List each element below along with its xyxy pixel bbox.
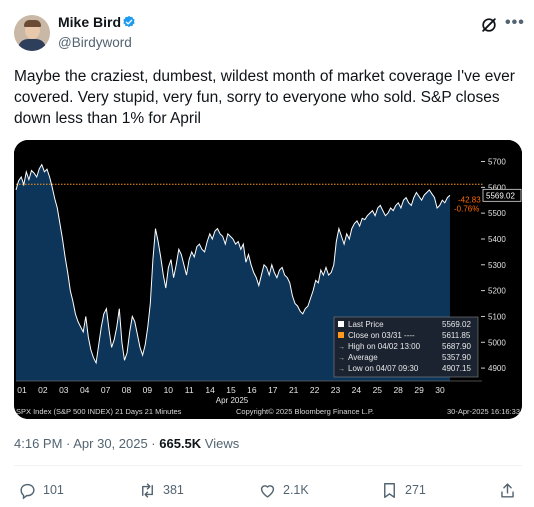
x-tick-label: 01 [17,385,27,395]
legend-marker: → [338,344,345,351]
repost-button[interactable]: 381 [138,480,184,500]
legend-value: 5611.85 [442,331,471,340]
y-tick-label: 5200 [488,287,506,296]
legend-value: 5357.90 [442,353,471,362]
legend-label: Last Price [348,320,384,329]
x-tick-label: 09 [143,385,153,395]
legend-value: 5569.02 [442,320,471,329]
legend-marker: → [338,355,345,362]
legend-swatch [338,321,344,327]
x-tick-label: 30 [435,385,445,395]
views-label: Views [201,436,240,451]
timestamp[interactable]: 4:16 PM · Apr 30, 2025 · [14,436,159,451]
legend-value: 5687.90 [442,342,471,351]
legend-label: Low on 04/07 09:30 [348,364,419,373]
x-tick-label: 25 [373,385,383,395]
y-tick-label: 5000 [488,338,506,347]
x-tick-label: 17 [268,385,278,395]
avatar[interactable] [14,15,50,51]
chart-footer-right: 30-Apr-2025 16:16:33 [447,407,520,416]
repost-icon [142,482,153,498]
x-tick-label: 02 [38,385,48,395]
y-tick-label: 4900 [488,364,506,373]
bookmark-count: 271 [405,483,426,497]
legend-marker: → [338,366,345,373]
x-tick-label: 11 [185,385,194,395]
x-month-label: Apr 2025 [216,396,249,405]
y-tick-label: 5300 [488,261,506,270]
share-button[interactable] [498,480,517,500]
legend-label: Close on 03/31 ---- [348,331,415,340]
x-tick-label: 29 [414,385,424,395]
more-options-icon[interactable]: ••• [505,14,525,32]
x-tick-label: 15 [226,385,236,395]
last-price-label: 5569.02 [486,191,515,200]
author-handle[interactable]: @Birdyword [58,35,132,50]
x-tick-label: 08 [122,385,132,395]
x-tick-label: 28 [393,385,403,395]
x-tick-label: 10 [164,385,174,395]
x-tick-label: 04 [80,385,90,395]
bookmark-button[interactable]: 271 [380,480,426,500]
like-button[interactable]: 2.1K [258,480,309,500]
legend-value: 4907.15 [442,364,471,373]
x-tick-label: 14 [205,385,215,395]
change-points: -42.83 [458,195,481,204]
grok-icon[interactable] [479,15,499,35]
y-tick-label: 5400 [488,235,506,244]
reply-count: 101 [43,483,64,497]
x-tick-label: 24 [352,385,362,395]
x-tick-label: 16 [247,385,257,395]
x-tick-label: 22 [310,385,320,395]
x-tick-label: 07 [101,385,111,395]
bookmark-icon [384,482,395,498]
legend-swatch [338,332,344,338]
reply-icon [20,483,35,499]
change-pct: -0.76% [454,204,479,213]
repost-count: 381 [163,483,184,497]
legend-label: Average [348,353,378,362]
like-count: 2.1K [283,483,309,497]
divider [14,465,522,466]
x-tick-label: 03 [59,385,69,395]
tweet-meta: 4:16 PM · Apr 30, 2025 · 665.5K Views [14,436,239,451]
chart-footer-mid: Copyright© 2025 Bloomberg Finance L.P. [236,407,374,416]
spx-chart: 570056005500540053005200510050004900-42.… [14,140,522,419]
heart-icon [260,484,275,498]
views-count: 665.5K [159,436,202,451]
verified-badge-icon [123,15,135,28]
share-icon [501,482,514,498]
x-tick-label: 23 [331,385,341,395]
reply-button[interactable]: 101 [18,480,64,500]
legend-label: High on 04/02 13:00 [348,342,421,351]
y-tick-label: 5500 [488,209,506,218]
author-name[interactable]: Mike Bird [58,14,121,30]
tweet-text: Maybe the craziest, dumbest, wildest mon… [14,68,515,127]
chart-image[interactable]: 5700 5600 5500 5400 5300 5200 5100 5000 4900 -42.… [14,140,522,419]
y-tick-label: 5100 [488,312,506,321]
y-tick-label: 5700 [488,157,506,166]
chart-footer-left: SPX Index (S&P 500 INDEX) 21 Days 21 Min… [16,407,182,416]
x-tick-label: 21 [289,385,299,395]
